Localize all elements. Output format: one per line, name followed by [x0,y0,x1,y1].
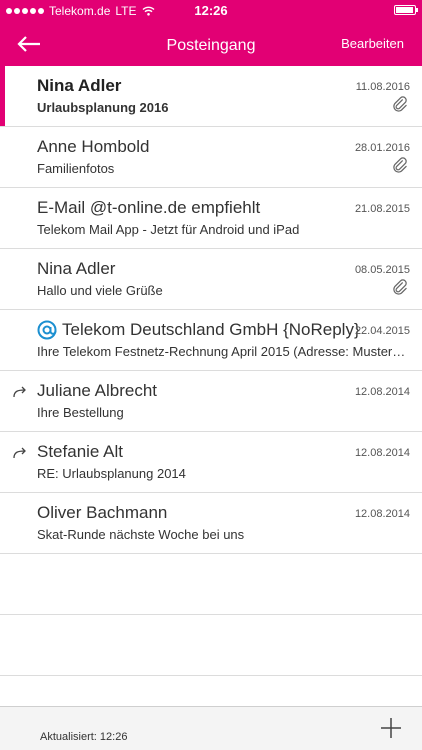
email-date: 12.08.2014 [354,447,410,459]
email-date: 28.01.2016 [354,142,410,154]
status-time: 12:26 [194,3,228,18]
email-subject: Skat-Runde nächste Woche bei uns [37,527,245,542]
reply-icon [13,386,26,398]
email-sender: Nina Adler [37,76,121,96]
battery-icon [394,5,418,15]
email-row[interactable]: E-Mail @t-online.de empfiehlt Telekom Mai… [0,188,422,249]
email-sender: E-Mail @t-online.de empfiehlt [37,198,260,218]
email-row[interactable]: Anne Hombold Familienfotos 28.01.2016 [0,127,422,188]
email-subject: Telekom Mail App - Jetzt für Android und… [37,222,300,237]
email-subject: Hallo und viele Grüße [37,283,163,298]
email-subject: Ihre Telekom Festnetz-Rechnung April 201… [37,344,409,359]
email-sender: Juliane Albrecht [37,381,157,401]
email-sender-name: E-Mail @t-online.de empfiehlt [37,198,261,217]
paperclip-icon [393,157,407,173]
email-list: Nina Adler Urlaubsplanung 2016 11.08.2016 A… [0,66,422,676]
email-date: 11.08.2016 [355,81,410,93]
email-subject: Ihre Bestellung [37,405,124,420]
reply-icon [13,447,26,459]
edit-button[interactable]: Bearbeiten [341,36,404,51]
email-sender: Nina Adler [37,259,115,279]
email-date: 12.08.2014 [354,386,410,398]
email-sender-name: Nina Adler [37,259,116,278]
email-sender-name: Juliane Albrecht [37,381,158,400]
status-bar: Telekom.de LTE 12:26 [0,0,422,22]
email-subject: RE: Urlaubsplanung 2014 [37,466,186,481]
email-subject: Urlaubsplanung 2016 [37,100,169,115]
plus-icon[interactable] [380,717,402,739]
email-date: 08.05.2015 [354,264,410,276]
paperclip-icon [393,96,407,112]
at-sign-icon [37,320,57,340]
email-sender: Stefanie Alt [37,442,123,462]
email-sender-name: Anne Hombold [37,137,150,156]
email-row[interactable]: Telekom Deutschland GmbH {NoReply} Ihre T… [0,310,422,371]
email-row[interactable]: Nina Adler Urlaubsplanung 2016 11.08.2016 [0,66,422,127]
email-row[interactable]: Nina Adler Hallo und viele Grüße 08.05.201… [0,249,422,310]
email-row[interactable]: Stefanie Alt RE: Urlaubsplanung 2014 12.08… [0,432,422,493]
navigation-bar: Posteingang Bearbeiten [0,22,422,66]
arrow-left-icon[interactable] [14,32,44,56]
email-date: 21.08.2015 [354,203,410,215]
empty-list-row [0,615,422,676]
email-sender: Oliver Bachmann [37,503,167,523]
email-subject: Familienfotos [37,161,115,176]
bottom-toolbar: Aktualisiert: 12:26 [0,706,422,750]
last-updated-label: Aktualisiert: 12:26 [40,731,128,743]
email-row[interactable]: Juliane Albrecht Ihre Bestellung 12.08.201… [0,371,422,432]
email-sender-name: Stefanie Alt [37,442,124,461]
unread-marker [0,66,5,126]
email-sender: Telekom Deutschland GmbH {NoReply} [37,320,360,340]
email-date: 22.04.2015 [354,325,410,337]
empty-list-row [0,554,422,615]
email-sender-name: Oliver Bachmann [37,503,168,522]
email-sender: Anne Hombold [37,137,149,157]
email-sender-name: Nina Adler [37,76,122,95]
email-sender-name: Telekom Deutschland GmbH {NoReply} [62,320,360,339]
paperclip-icon [393,279,407,295]
email-date: 12.08.2014 [354,508,410,520]
email-row[interactable]: Oliver Bachmann Skat-Runde nächste Woche … [0,493,422,554]
